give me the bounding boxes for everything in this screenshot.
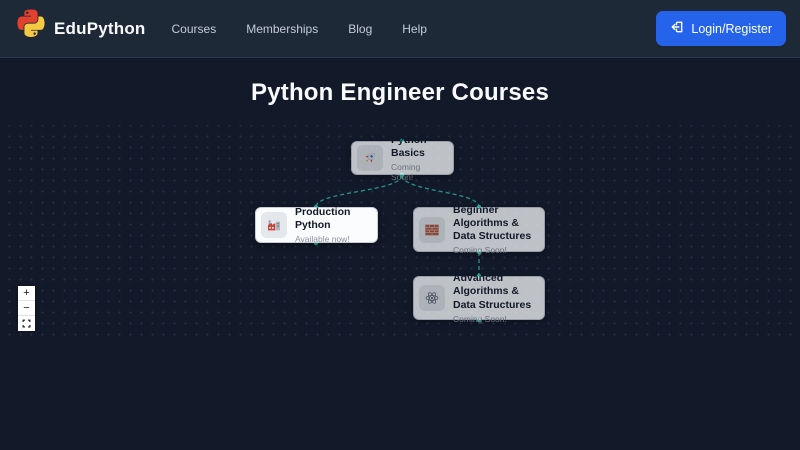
nav-item-blog[interactable]: Blog	[348, 22, 372, 36]
node-subtitle: Coming Soon!	[453, 314, 534, 324]
node-subtitle: Coming Soon!	[391, 162, 443, 182]
node-text: Beginner Algorithms & Data Structures Co…	[453, 204, 534, 255]
node-title: Production Python	[295, 206, 367, 232]
node-title: Advanced Algorithms & Data Structures	[453, 272, 534, 311]
node-subtitle: Coming Soon!	[453, 245, 534, 255]
header: EduPython Courses Memberships Blog Help …	[0, 0, 800, 58]
zoom-in-button[interactable]: +	[18, 286, 35, 301]
page-title: Python Engineer Courses	[0, 79, 800, 107]
login-register-button[interactable]: Login/Register	[656, 11, 786, 46]
node-subtitle: Available now!	[295, 234, 367, 244]
nav-item-memberships[interactable]: Memberships	[246, 22, 318, 36]
zoom-out-button[interactable]: −	[18, 301, 35, 316]
python-logo-icon	[14, 9, 48, 48]
fit-view-button[interactable]	[18, 316, 35, 331]
node-production-python[interactable]: Production Python Available now!	[255, 207, 378, 243]
fit-view-icon	[22, 319, 31, 328]
atom-icon	[419, 285, 445, 311]
factory-icon	[261, 212, 287, 238]
node-text: Production Python Available now!	[295, 206, 367, 244]
node-python-basics[interactable]: Python Basics Coming Soon!	[351, 141, 454, 175]
node-title: Python Basics	[391, 134, 443, 160]
nav-links: Courses Memberships Blog Help	[172, 22, 427, 36]
brick-wall-icon	[419, 217, 445, 243]
brand-name: EduPython	[54, 19, 146, 39]
node-text: Advanced Algorithms & Data Structures Co…	[453, 272, 534, 323]
node-text: Python Basics Coming Soon!	[391, 134, 443, 182]
flow-controls: + −	[18, 286, 35, 331]
node-title: Beginner Algorithms & Data Structures	[453, 204, 534, 243]
flow-canvas[interactable]: Python Basics Coming Soon! Production Py…	[0, 125, 800, 337]
nav-item-help[interactable]: Help	[402, 22, 427, 36]
nav-item-courses[interactable]: Courses	[172, 22, 217, 36]
login-arrow-icon	[670, 20, 684, 37]
rocket-icon	[357, 145, 383, 171]
node-advanced-algorithms[interactable]: Advanced Algorithms & Data Structures Co…	[413, 276, 545, 320]
node-beginner-algorithms[interactable]: Beginner Algorithms & Data Structures Co…	[413, 207, 545, 252]
brand-logo[interactable]: EduPython	[14, 9, 146, 48]
login-button-label: Login/Register	[691, 22, 772, 36]
edge-basics-to-production	[316, 175, 402, 207]
